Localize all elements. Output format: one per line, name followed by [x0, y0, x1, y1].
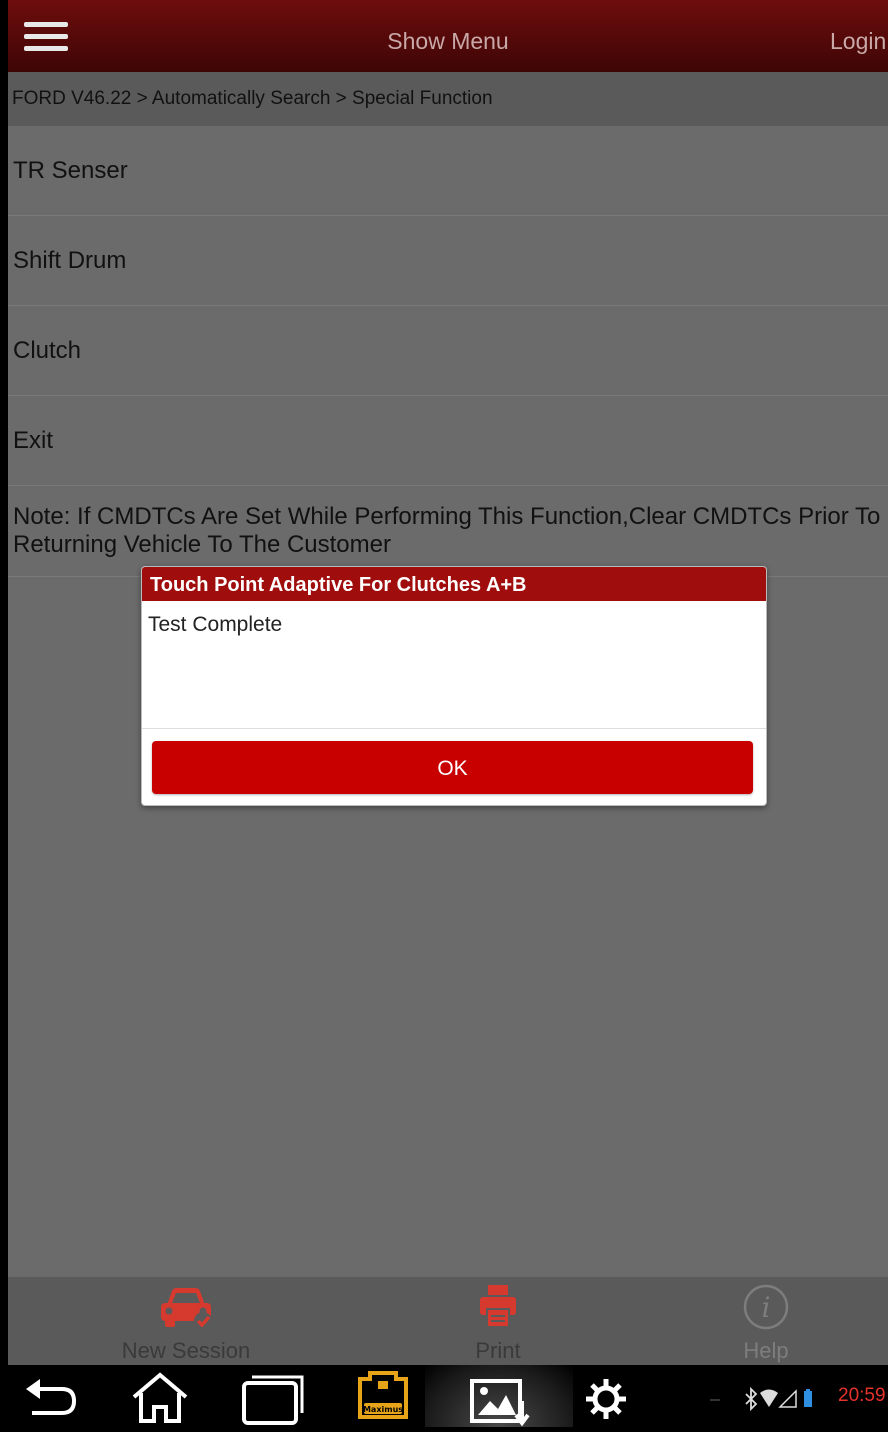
- wifi-icon: [760, 1389, 778, 1407]
- print-button[interactable]: Print: [378, 1277, 618, 1365]
- list-item-tr-senser[interactable]: TR Senser: [8, 126, 888, 216]
- printer-icon: [476, 1283, 520, 1336]
- home-icon[interactable]: [130, 1365, 190, 1427]
- dialog-title: Touch Point Adaptive For Clutches A+B: [142, 567, 766, 601]
- show-menu-title[interactable]: Show Menu: [8, 28, 888, 55]
- login-button[interactable]: Login: [830, 28, 886, 55]
- bluetooth-icon: [745, 1386, 758, 1412]
- back-icon[interactable]: [22, 1365, 82, 1427]
- app-screen: Show Menu Login FORD V46.22 > Automatica…: [8, 0, 888, 1365]
- list-item-exit[interactable]: Exit: [8, 396, 888, 486]
- svg-text:i: i: [762, 1291, 771, 1324]
- note-text: Note: If CMDTCs Are Set While Performing…: [13, 503, 881, 558]
- list-item-shift-drum[interactable]: Shift Drum: [8, 216, 888, 306]
- result-dialog: Touch Point Adaptive For Clutches A+B Te…: [141, 566, 767, 806]
- car-check-icon: [157, 1283, 215, 1336]
- svg-text:Maximus: Maximus: [363, 1405, 403, 1414]
- settings-icon[interactable]: [582, 1365, 632, 1427]
- function-list: TR Senser Shift Drum Clutch Exit: [8, 126, 888, 486]
- new-session-button[interactable]: New Session: [66, 1277, 306, 1365]
- help-label: Help: [743, 1338, 789, 1363]
- help-button[interactable]: i Help: [646, 1277, 886, 1365]
- ok-button[interactable]: OK: [152, 741, 753, 794]
- signal-icon: [778, 1389, 797, 1408]
- print-label: Print: [475, 1338, 521, 1363]
- recent-apps-icon[interactable]: [240, 1365, 306, 1427]
- bottom-toolbar: New Session Print i Help: [8, 1277, 888, 1365]
- top-bar: Show Menu Login: [8, 0, 888, 72]
- dialog-message: Test Complete: [142, 601, 766, 729]
- screenshot-icon[interactable]: [470, 1365, 530, 1427]
- new-session-label: New Session: [121, 1338, 251, 1363]
- system-navigation-bar: Maximus 20:59: [0, 1365, 888, 1427]
- maximus-icon[interactable]: Maximus: [356, 1365, 410, 1427]
- info-icon: i: [742, 1283, 790, 1336]
- battery-icon: [804, 1389, 812, 1407]
- clock: 20:59: [838, 1385, 886, 1406]
- breadcrumb: FORD V46.22 > Automatically Search > Spe…: [8, 72, 888, 126]
- list-item-clutch[interactable]: Clutch: [8, 306, 888, 396]
